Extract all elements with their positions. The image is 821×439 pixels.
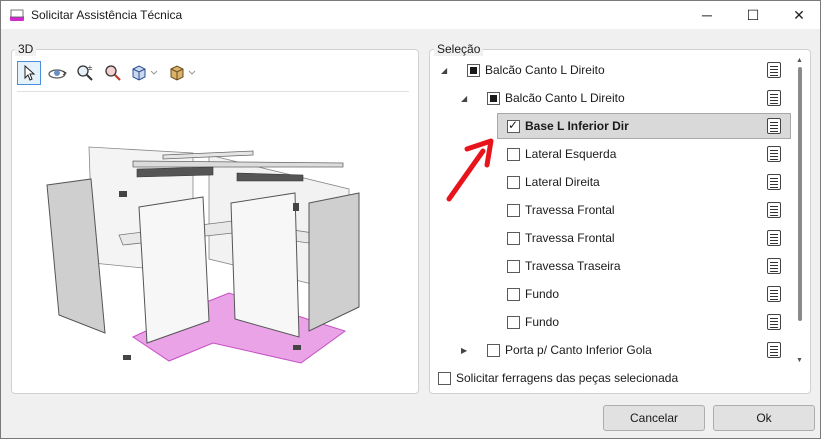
tree-checkbox[interactable] bbox=[507, 315, 520, 329]
zoom-extents-button[interactable]: ± bbox=[73, 61, 97, 85]
cancel-button[interactable]: Cancelar bbox=[603, 405, 705, 431]
annotation-arrow-icon bbox=[446, 138, 494, 202]
panel-3d-label: 3D bbox=[15, 42, 37, 56]
scroll-down-icon[interactable]: ▼ bbox=[796, 357, 803, 364]
ok-button[interactable]: Ok bbox=[713, 405, 815, 431]
tree-item-travessa-frontal-1[interactable]: Travessa Frontal bbox=[507, 198, 781, 222]
tree-item-base-l-inferior-dir[interactable]: Base L Inferior Dir bbox=[507, 114, 781, 138]
collapse-chevron-icon[interactable]: ◢ bbox=[441, 66, 451, 75]
tree-checkbox[interactable] bbox=[507, 147, 520, 161]
window-title: Solicitar Assistência Técnica bbox=[31, 8, 183, 22]
tree-item-label: Lateral Direita bbox=[525, 175, 600, 189]
zoom-icon bbox=[105, 65, 121, 81]
cursor-select-icon bbox=[24, 65, 36, 81]
tree-item-label: Balcão Canto L Direito bbox=[505, 91, 625, 105]
tree-item-label: Lateral Esquerda bbox=[525, 147, 617, 161]
tree-scrollbar[interactable]: ▲ ▼ bbox=[794, 57, 806, 369]
collapse-chevron-icon[interactable]: ◢ bbox=[461, 94, 471, 103]
view-cube-icon bbox=[132, 65, 158, 81]
tree-item-fundo-2[interactable]: Fundo bbox=[507, 310, 781, 334]
dialog-window: Solicitar Assistência Técnica ─ ☐ ✕ 3D ±… bbox=[0, 0, 821, 439]
maximize-icon: ☐ bbox=[746, 6, 760, 23]
top-rail-1 bbox=[132, 160, 344, 168]
hamburger-menu-icon[interactable] bbox=[767, 314, 781, 330]
close-icon: ✕ bbox=[793, 6, 805, 23]
request-hardware-checkbox[interactable] bbox=[438, 371, 451, 385]
door-right bbox=[230, 192, 300, 338]
tree-checkbox[interactable] bbox=[507, 231, 520, 245]
app-icon bbox=[10, 9, 24, 21]
lateral-direita-panel bbox=[308, 192, 360, 332]
tree-item-label: Porta p/ Canto Inferior Gola bbox=[505, 343, 652, 357]
maximize-button[interactable]: ☐ bbox=[730, 1, 776, 29]
tree-item-label: Fundo bbox=[525, 315, 560, 329]
svg-text:±: ± bbox=[87, 64, 93, 72]
orbit-tool-button[interactable] bbox=[45, 61, 69, 85]
hamburger-menu-icon[interactable] bbox=[767, 174, 781, 190]
tree-checkbox[interactable] bbox=[507, 175, 520, 189]
zoom-extents-icon: ± bbox=[77, 64, 93, 81]
tree-checkbox[interactable] bbox=[507, 203, 520, 217]
panel-selection-label: Seleção bbox=[434, 42, 484, 56]
hardware-strip-1 bbox=[136, 166, 214, 178]
hamburger-menu-icon[interactable] bbox=[767, 62, 781, 78]
tree-item-label: Travessa Frontal bbox=[525, 203, 615, 217]
hinge-icon bbox=[293, 203, 299, 211]
scroll-thumb[interactable] bbox=[798, 67, 802, 321]
tree-item-lateral-direita[interactable]: Lateral Direita bbox=[507, 170, 781, 194]
hamburger-menu-icon[interactable] bbox=[767, 146, 781, 162]
tree-item-fundo-1[interactable]: Fundo bbox=[507, 282, 781, 306]
door-left bbox=[138, 196, 210, 344]
toolbar-3d: ± bbox=[17, 61, 205, 85]
hinge-icon bbox=[119, 191, 127, 197]
minimize-button[interactable]: ─ bbox=[684, 1, 730, 29]
select-tool-button[interactable] bbox=[17, 61, 41, 85]
tree-checkbox[interactable] bbox=[507, 287, 520, 301]
hamburger-menu-icon[interactable] bbox=[767, 202, 781, 218]
close-button[interactable]: ✕ bbox=[776, 1, 821, 29]
tree-item-label: Travessa Traseira bbox=[525, 259, 621, 273]
hamburger-menu-icon[interactable] bbox=[767, 90, 781, 106]
tree-checkbox[interactable] bbox=[487, 343, 500, 357]
hardware-strip-2 bbox=[236, 172, 304, 182]
request-hardware-option[interactable]: Solicitar ferragens das peças selecionad… bbox=[438, 371, 678, 385]
hinge-icon bbox=[123, 355, 131, 360]
toolbar-divider bbox=[17, 91, 409, 92]
view-cube-button[interactable] bbox=[129, 61, 163, 85]
expand-chevron-icon[interactable]: ▶ bbox=[461, 346, 471, 355]
tree-item-travessa-traseira[interactable]: Travessa Traseira bbox=[507, 254, 781, 278]
tree-item-balcao-canto-child[interactable]: ◢ Balcão Canto L Direito bbox=[461, 86, 781, 110]
tree-checkbox[interactable] bbox=[507, 259, 520, 273]
scroll-up-icon[interactable]: ▲ bbox=[796, 57, 803, 64]
tree-checkbox[interactable] bbox=[467, 63, 480, 77]
tree-item-travessa-frontal-2[interactable]: Travessa Frontal bbox=[507, 226, 781, 250]
title-bar: Solicitar Assistência Técnica ─ ☐ ✕ bbox=[1, 1, 820, 29]
tree-item-balcao-canto-root[interactable]: ◢ Balcão Canto L Direito bbox=[441, 58, 781, 82]
tree-item-porta-canto-inferior-gola[interactable]: ▶ Porta p/ Canto Inferior Gola bbox=[461, 338, 781, 362]
tree-item-label: Travessa Frontal bbox=[525, 231, 615, 245]
tree-item-label: Fundo bbox=[525, 287, 560, 301]
tree-item-label: Balcão Canto L Direito bbox=[485, 63, 605, 77]
request-hardware-label: Solicitar ferragens das peças selecionad… bbox=[456, 371, 679, 385]
minimize-icon: ─ bbox=[702, 7, 712, 23]
hamburger-menu-icon[interactable] bbox=[767, 118, 781, 134]
tree-checkbox[interactable] bbox=[507, 118, 520, 133]
tree-checkbox[interactable] bbox=[487, 91, 500, 105]
hinge-icon bbox=[293, 345, 301, 350]
hamburger-menu-icon[interactable] bbox=[767, 258, 781, 274]
viewport-3d[interactable] bbox=[13, 93, 417, 391]
tree-item-label: Base L Inferior Dir bbox=[525, 119, 629, 133]
zoom-button[interactable] bbox=[101, 61, 125, 85]
orbit-icon bbox=[48, 69, 67, 79]
box-render-icon bbox=[170, 65, 196, 81]
render-mode-button[interactable] bbox=[167, 61, 201, 85]
tree-item-lateral-esquerda[interactable]: Lateral Esquerda bbox=[507, 142, 781, 166]
hamburger-menu-icon[interactable] bbox=[767, 230, 781, 246]
hamburger-menu-icon[interactable] bbox=[767, 286, 781, 302]
hamburger-menu-icon[interactable] bbox=[767, 342, 781, 358]
